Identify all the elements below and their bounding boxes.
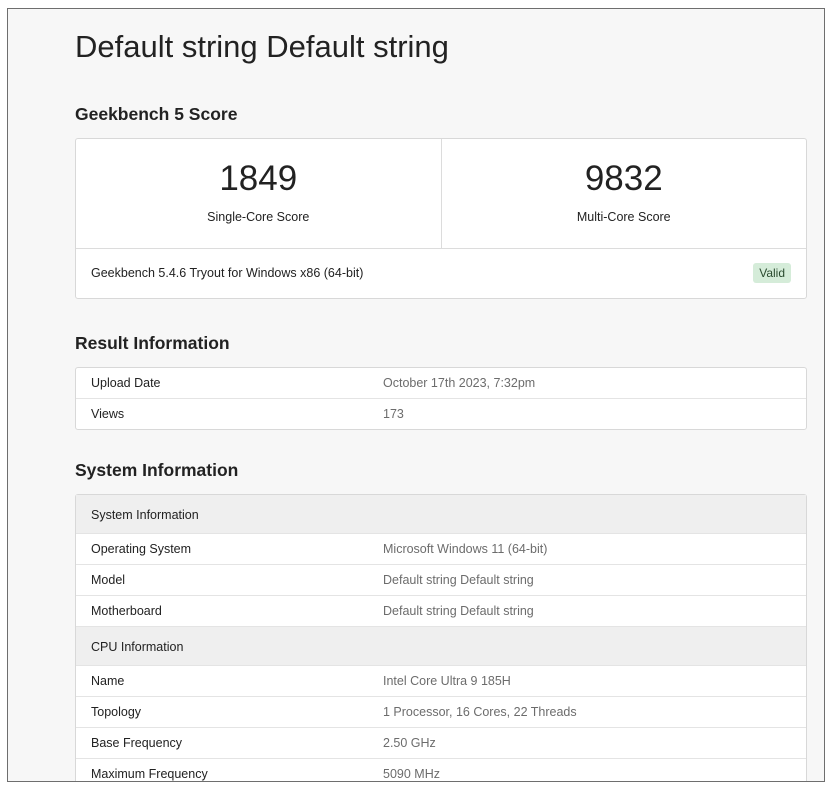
section-header-label: System Information — [91, 508, 199, 522]
table-row: Operating System Microsoft Windows 11 (6… — [76, 533, 806, 564]
table-row: Motherboard Default string Default strin… — [76, 595, 806, 626]
row-value: Default string Default string — [383, 573, 534, 587]
row-value: Intel Core Ultra 9 185H — [383, 674, 511, 688]
table-row: Name Intel Core Ultra 9 185H — [76, 665, 806, 696]
result-section-title: Result Information — [75, 333, 230, 353]
table-section-header: System Information — [76, 495, 806, 533]
page-frame: Default string Default string Geekbench … — [7, 8, 825, 782]
valid-badge: Valid — [753, 263, 791, 283]
row-key: Operating System — [91, 542, 192, 556]
table-row: Views 173 — [76, 398, 806, 429]
table-row: Topology 1 Processor, 16 Cores, 22 Threa… — [76, 696, 806, 727]
system-section-title: System Information — [75, 460, 239, 480]
score-section-title: Geekbench 5 Score — [75, 104, 238, 124]
row-key: Base Frequency — [91, 736, 183, 750]
version-text: Geekbench 5.4.6 Tryout for Windows x86 (… — [91, 266, 364, 280]
row-key: Motherboard — [91, 604, 162, 618]
table-row: Maximum Frequency 5090 MHz — [76, 758, 806, 781]
row-key: Views — [91, 407, 125, 421]
table-section-header: CPU Information — [76, 626, 806, 665]
result-info-table: Upload Date October 17th 2023, 7:32pm Vi… — [75, 367, 807, 430]
scores-row: 1849 Single-Core Score 9832 Multi-Core S… — [76, 139, 806, 249]
table-row: Upload Date October 17th 2023, 7:32pm — [76, 368, 806, 398]
multi-core-value: 9832 — [584, 159, 663, 198]
score-card: 1849 Single-Core Score 9832 Multi-Core S… — [75, 138, 807, 299]
row-key: Topology — [91, 705, 142, 719]
row-value: Microsoft Windows 11 (64-bit) — [383, 542, 548, 556]
single-core-value: 1849 — [219, 159, 298, 198]
page-title: Default string Default string — [75, 29, 449, 64]
single-core-score: 1849 Single-Core Score — [76, 139, 441, 248]
multi-core-score: 9832 Multi-Core Score — [440, 139, 807, 248]
single-core-label: Single-Core Score — [207, 210, 310, 224]
table-row: Base Frequency 2.50 GHz — [76, 727, 806, 758]
system-info-table: System Information Operating System Micr… — [75, 494, 807, 781]
row-value: Default string Default string — [383, 604, 534, 618]
row-value: 1 Processor, 16 Cores, 22 Threads — [383, 705, 577, 719]
row-key: Maximum Frequency — [91, 767, 208, 781]
row-value: 173 — [383, 407, 404, 421]
row-key: Name — [91, 674, 125, 688]
row-key: Upload Date — [91, 376, 161, 390]
table-row: Model Default string Default string — [76, 564, 806, 595]
row-value: 5090 MHz — [383, 767, 440, 781]
version-row: Geekbench 5.4.6 Tryout for Windows x86 (… — [76, 249, 806, 298]
row-key: Model — [91, 573, 126, 587]
multi-core-label: Multi-Core Score — [576, 210, 671, 224]
row-value: 2.50 GHz — [383, 736, 436, 750]
section-header-label: CPU Information — [91, 640, 184, 654]
row-value: October 17th 2023, 7:32pm — [383, 376, 536, 390]
